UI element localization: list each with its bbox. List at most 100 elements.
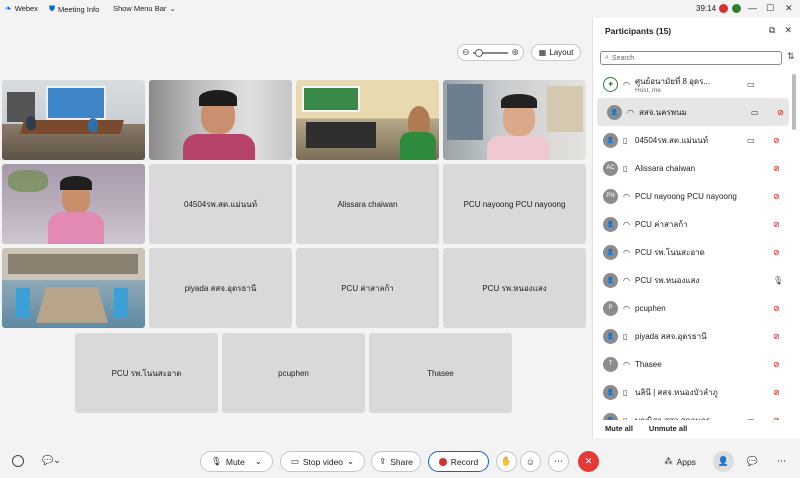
reactions-icon[interactable]: ☺ xyxy=(520,451,541,472)
participant-row[interactable]: 👤 ◠ สสจ.นครพนม ▭ ⊘ xyxy=(597,98,789,126)
raise-hand-icon[interactable]: ✋ xyxy=(496,451,517,472)
popout-icon[interactable]: ⧉ xyxy=(769,25,775,36)
participant-name: 04504รพ.สต.แม่นนท์ xyxy=(635,135,708,145)
search-icon: ⌕ xyxy=(605,54,609,61)
participant-tile-name: PCU รพ.โนนสะอาด xyxy=(111,368,182,378)
participant-row[interactable]: 👤 ▯ บุญนิสา สสจ.สกลนคร ▭ ⊘ xyxy=(593,406,793,420)
muted-mic-icon[interactable]: ⊘ xyxy=(777,108,784,117)
meeting-timer: 39:14 xyxy=(696,4,717,13)
participant-row[interactable]: P ◠ pcuphen ⊘ xyxy=(593,294,793,322)
user-avatar-icon[interactable] xyxy=(732,4,741,13)
connection-status-icon[interactable] xyxy=(12,455,24,467)
participant-row[interactable]: 👤 ▯ piyada สสจ.อุดรธานี ⊘ xyxy=(593,322,793,350)
close-window-icon[interactable]: ✕ xyxy=(785,3,793,14)
minimize-icon[interactable]: — xyxy=(748,3,757,13)
participant-row[interactable]: T ◠ Thasee ⊘ xyxy=(593,350,793,378)
participant-tile-name: Thasee xyxy=(427,368,454,378)
maximize-icon[interactable]: ☐ xyxy=(766,3,774,14)
participant-tile[interactable]: pcuphen xyxy=(222,333,365,413)
zoom-slider[interactable] xyxy=(472,48,509,57)
chevron-down-icon: ⌄ xyxy=(169,4,176,13)
mute-button[interactable]: 🎙 Mute ⌄ xyxy=(200,451,273,472)
headset-icon: ◠ xyxy=(627,107,634,117)
muted-mic-icon[interactable]: ⊘ xyxy=(773,164,780,173)
show-menu-bar-label: Show Menu Bar xyxy=(113,4,167,13)
muted-mic-icon[interactable]: ⊘ xyxy=(773,360,780,369)
video-tile-classroom[interactable] xyxy=(2,248,145,328)
layout-label: Layout xyxy=(549,48,574,57)
meeting-info-menu[interactable]: ⛊ Meeting Info xyxy=(49,4,99,14)
video-tile-woman-pink[interactable] xyxy=(2,164,145,244)
muted-mic-icon[interactable]: ⊘ xyxy=(773,136,780,145)
more-options-icon[interactable]: ⋯ xyxy=(548,451,569,472)
participant-tile[interactable]: piyada สสจ.อุดรธานี xyxy=(149,248,292,328)
mic-icon[interactable]: 🎙 xyxy=(773,276,783,285)
record-button[interactable]: Record xyxy=(428,451,489,472)
zoom-in-icon[interactable]: ⊕ xyxy=(511,47,519,58)
participant-list-scrollbar[interactable] xyxy=(792,70,797,420)
apps-button[interactable]: ⁂ Apps xyxy=(657,451,703,472)
zoom-control[interactable]: ⊖ ⊕ xyxy=(457,44,524,61)
participant-search-input[interactable]: ⌕ Search xyxy=(600,51,782,65)
participant-avatar: 👤 xyxy=(603,412,618,420)
captions-icon[interactable]: 💬⌄ xyxy=(42,455,61,466)
participant-avatar: T xyxy=(603,356,618,372)
unmute-all-button[interactable]: Unmute all xyxy=(649,424,687,433)
participant-row[interactable]: 👤 ◠ PCU รพ.โนนสะอาด ⊘ xyxy=(593,238,793,266)
title-bar: ❧ Webex ⛊ Meeting Info Show Menu Bar ⌄ 3… xyxy=(0,0,800,18)
participant-tile[interactable]: PCU ค่าสาลก้า xyxy=(296,248,439,328)
webex-menu[interactable]: ❧ Webex xyxy=(5,4,38,13)
video-on-icon: ▭ xyxy=(747,79,755,89)
participant-name: PCU ค่าสาลก้า xyxy=(635,219,688,229)
participant-row[interactable]: 👤 ◠ PCU ค่าสาลก้า ⊘ xyxy=(593,210,793,238)
participant-name: นลินี | สสจ.หนองบัวลำภู xyxy=(635,387,718,397)
more-panels-icon[interactable]: ⋯ xyxy=(771,451,792,472)
participant-row[interactable]: ✚ ◠ ศูนย์อนามัยที่ 8 อุดร... Host, me ▭ xyxy=(593,70,793,98)
headset-icon: ◠ xyxy=(623,359,630,369)
record-label: Record xyxy=(450,456,479,467)
phone-icon: ▯ xyxy=(623,415,628,421)
sort-icon[interactable]: ⇅ xyxy=(787,51,795,62)
muted-mic-icon[interactable]: ⊘ xyxy=(773,192,780,201)
muted-mic-icon[interactable]: ⊘ xyxy=(773,220,780,229)
participant-tile[interactable]: 04504รพ.สต.แม่นนท์ xyxy=(149,164,292,244)
participant-tile[interactable]: PCU รพ.หนองแสง xyxy=(443,248,586,328)
video-tile-meeting-room[interactable] xyxy=(2,80,145,160)
video-tile-woman-glasses[interactable] xyxy=(443,80,586,160)
muted-mic-icon[interactable]: ⊘ xyxy=(773,416,780,421)
participant-row[interactable]: AC ▯ Alissara chaiwan ⊘ xyxy=(593,154,793,182)
participant-tile[interactable]: Alissara chaiwan xyxy=(296,164,439,244)
chat-icon[interactable]: 💬 xyxy=(742,451,763,472)
participant-row[interactable]: 👤 ◠ PCU รพ.หนองแสง 🎙 xyxy=(593,266,793,294)
participant-tile[interactable]: Thasee xyxy=(369,333,512,413)
chevron-down-icon[interactable]: ⌄ xyxy=(347,456,354,467)
layout-button[interactable]: ▦ Layout xyxy=(531,44,581,61)
stop-video-button[interactable]: ▭ Stop video ⌄ xyxy=(280,451,365,472)
show-menu-bar-button[interactable]: Show Menu Bar ⌄ xyxy=(113,4,176,13)
muted-mic-icon[interactable]: ⊘ xyxy=(773,304,780,313)
participant-row[interactable]: 👤 ▯ นลินี | สสจ.หนองบัวลำภู ⊘ xyxy=(593,378,793,406)
share-button[interactable]: ⇪ Share xyxy=(371,451,421,472)
video-tile-speaker-woman[interactable] xyxy=(149,80,292,160)
phone-icon: ▯ xyxy=(623,163,628,173)
muted-mic-icon[interactable]: ⊘ xyxy=(773,332,780,341)
participant-avatar: 👤 xyxy=(603,132,618,148)
muted-mic-icon[interactable]: ⊘ xyxy=(773,248,780,257)
participant-row[interactable]: PN ◠ PCU nayoong PCU nayoong ⊘ xyxy=(593,182,793,210)
share-screen-icon: ⇪ xyxy=(379,456,387,466)
leave-meeting-icon[interactable]: ✕ xyxy=(578,451,599,472)
participant-row[interactable]: 👤 ▯ 04504รพ.สต.แม่นนท์ ▭ ⊘ xyxy=(593,126,793,154)
participant-tile[interactable]: PCU nayoong PCU nayoong xyxy=(443,164,586,244)
chevron-down-icon[interactable]: ⌄ xyxy=(255,456,262,467)
mute-all-button[interactable]: Mute all xyxy=(605,424,633,433)
webex-logo-icon: ❧ xyxy=(5,4,12,13)
participants-toggle-icon[interactable]: 👤 xyxy=(713,451,734,472)
muted-mic-icon[interactable]: ⊘ xyxy=(773,388,780,397)
close-panel-icon[interactable]: ✕ xyxy=(784,25,792,36)
notification-badge-icon[interactable] xyxy=(719,4,728,13)
zoom-out-icon[interactable]: ⊖ xyxy=(462,47,470,58)
participant-tile[interactable]: PCU รพ.โนนสะอาด xyxy=(75,333,218,413)
video-tile-office[interactable] xyxy=(296,80,439,160)
share-label: Share xyxy=(390,456,413,467)
participant-name: Alissara chaiwan xyxy=(635,163,696,173)
